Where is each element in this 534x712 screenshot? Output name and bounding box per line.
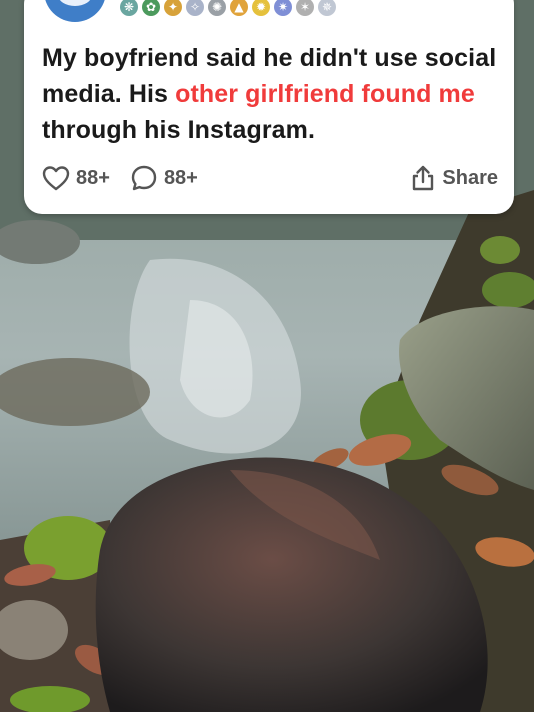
avatar-bird-icon — [58, 0, 92, 6]
heart-icon — [42, 166, 70, 191]
post-title-highlight: other girlfriend found me — [175, 80, 475, 108]
award-icon: ✧ — [186, 0, 204, 16]
award-icon: ▲ — [230, 0, 248, 16]
comment-button[interactable]: 88+ — [130, 164, 198, 192]
comment-bubble-icon — [131, 165, 157, 191]
post-title-text-end: through his Instagram. — [42, 116, 316, 144]
post-actions: 88+ 88+ Share — [42, 160, 498, 196]
comment-count: 88+ — [163, 166, 198, 189]
share-label: Share — [442, 166, 498, 189]
avatar[interactable] — [44, 0, 106, 22]
share-button[interactable]: Share — [410, 164, 498, 192]
award-icon: ✶ — [296, 0, 314, 16]
like-button[interactable]: 88+ — [42, 165, 110, 191]
post-title[interactable]: My boyfriend said he didn't use social m… — [42, 40, 502, 148]
share-icon — [413, 165, 434, 191]
award-icon: ✷ — [274, 0, 292, 16]
post-card[interactable]: ❋ ✿ ✦ ✧ ✺ ▲ ✹ ✷ ✶ ✵ My boyfriend said he didn't u… — [24, 0, 514, 214]
award-icon: ✺ — [208, 0, 226, 16]
award-icon: ✿ — [142, 0, 160, 16]
award-badges: ❋ ✿ ✦ ✧ ✺ ▲ ✹ ✷ ✶ ✵ — [120, 0, 336, 16]
award-icon: ❋ — [120, 0, 138, 16]
award-icon: ✦ — [164, 0, 182, 16]
award-icon: ✹ — [252, 0, 270, 16]
award-icon: ✵ — [318, 0, 336, 16]
like-count: 88+ — [76, 166, 110, 189]
